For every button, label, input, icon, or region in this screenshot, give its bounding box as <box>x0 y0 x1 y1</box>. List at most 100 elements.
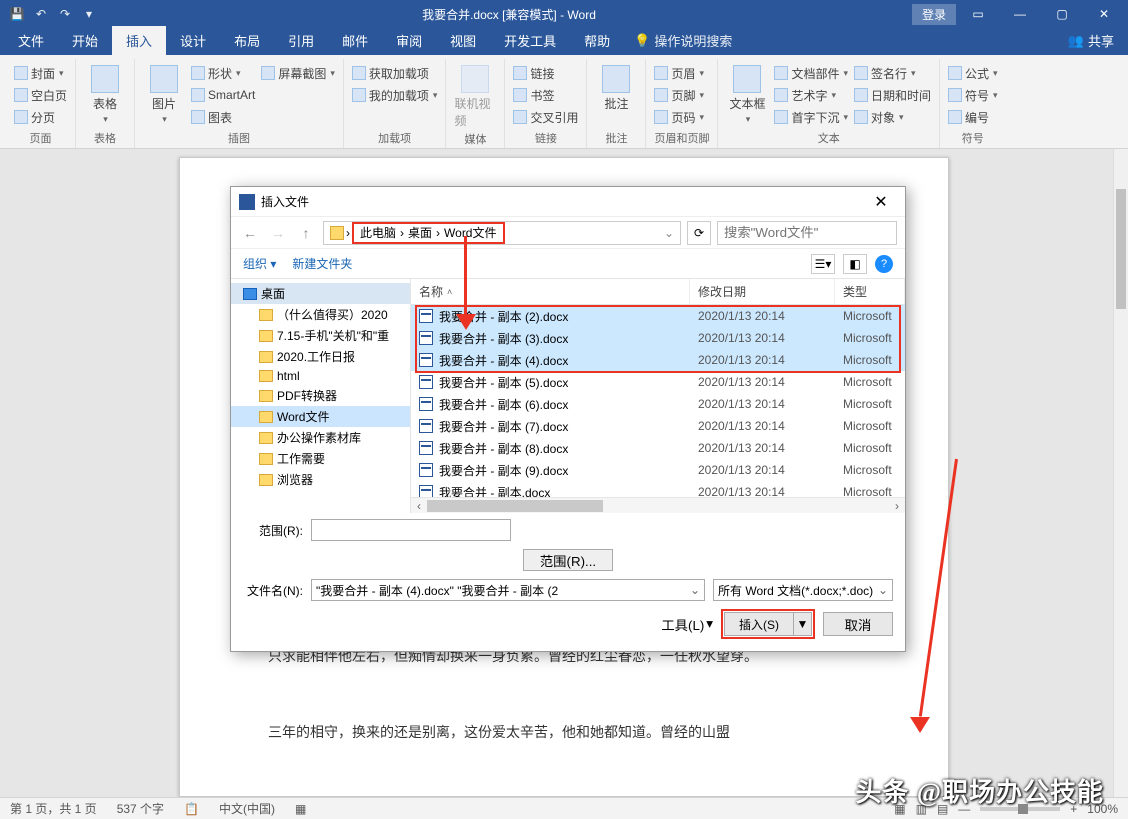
symbol-button[interactable]: 符号▾ <box>948 85 998 105</box>
datetime-button[interactable]: 日期和时间 <box>854 85 931 105</box>
blank-page-button[interactable]: 空白页 <box>14 85 67 105</box>
maximize-icon[interactable]: ▢ <box>1042 0 1082 28</box>
tools-button[interactable]: 工具(L) ▾ <box>661 613 713 635</box>
status-proof-icon[interactable]: 📋 <box>184 802 199 816</box>
vertical-scrollbar[interactable] <box>1113 149 1128 797</box>
equation-button[interactable]: 公式▾ <box>948 63 998 83</box>
file-row[interactable]: 我要合并 - 副本 (7).docx2020/1/13 20:14Microso… <box>411 415 905 437</box>
tab-insert[interactable]: 插入 <box>112 26 166 55</box>
close-icon[interactable]: ✕ <box>1084 0 1124 28</box>
tab-references[interactable]: 引用 <box>274 26 328 55</box>
range-button[interactable]: 范围(R)... <box>523 549 613 571</box>
range-input[interactable] <box>311 519 511 541</box>
header-button[interactable]: 页眉▾ <box>654 63 704 83</box>
online-video-button[interactable]: 联机视频 <box>454 61 496 129</box>
page-break-button[interactable]: 分页 <box>14 107 67 127</box>
file-row[interactable]: 我要合并 - 副本 (9).docx2020/1/13 20:14Microso… <box>411 459 905 481</box>
preview-pane-button[interactable]: ◧ <box>843 254 867 274</box>
minimize-icon[interactable]: — <box>1000 0 1040 28</box>
tab-help[interactable]: 帮助 <box>570 26 624 55</box>
tab-mail[interactable]: 邮件 <box>328 26 382 55</box>
save-icon[interactable]: 💾 <box>8 5 26 23</box>
folder-tree[interactable]: 桌面（什么值得买）20207.15-手机"关机"和"重2020.工作日报html… <box>231 279 411 513</box>
bookmark-button[interactable]: 书签 <box>513 85 578 105</box>
tree-item[interactable]: 2020.工作日报 <box>231 346 410 367</box>
file-row[interactable]: 我要合并 - 副本 (6).docx2020/1/13 20:14Microso… <box>411 393 905 415</box>
screenshot-button[interactable]: 屏幕截图▾ <box>261 63 335 83</box>
tree-item[interactable]: html <box>231 367 410 385</box>
tab-home[interactable]: 开始 <box>58 26 112 55</box>
tree-item[interactable]: PDF转换器 <box>231 385 410 406</box>
tree-item[interactable]: 桌面 <box>231 283 410 304</box>
qat-more-icon[interactable]: ▾ <box>80 5 98 23</box>
table-button[interactable]: 表格▾ <box>84 61 126 128</box>
doc-parts-button[interactable]: 文档部件▾ <box>774 63 848 83</box>
status-words[interactable]: 537 个字 <box>117 800 164 817</box>
file-row[interactable]: 我要合并 - 副本 (5).docx2020/1/13 20:14Microso… <box>411 371 905 393</box>
tree-item[interactable]: Word文件 <box>231 406 410 427</box>
tab-view[interactable]: 视图 <box>436 26 490 55</box>
nav-back-button[interactable]: ← <box>239 225 261 241</box>
number-button[interactable]: 编号 <box>948 107 998 127</box>
textbox-button[interactable]: 文本框▾ <box>726 61 768 128</box>
login-button[interactable]: 登录 <box>912 4 956 25</box>
file-row[interactable]: 我要合并 - 副本 (8).docx2020/1/13 20:14Microso… <box>411 437 905 459</box>
undo-icon[interactable]: ↶ <box>32 5 50 23</box>
breadcrumb[interactable]: › 此电脑› 桌面› Word文件 ⌄ <box>323 221 681 245</box>
wordart-button[interactable]: 艺术字▾ <box>774 85 848 105</box>
cover-page-button[interactable]: 封面▾ <box>14 63 67 83</box>
file-row[interactable]: 我要合并 - 副本 (2).docx2020/1/13 20:14Microso… <box>411 305 905 327</box>
view-mode-button[interactable]: ☰▾ <box>811 254 835 274</box>
share-button[interactable]: 👥 共享 <box>1054 26 1128 55</box>
file-row[interactable]: 我要合并 - 副本 (4).docx2020/1/13 20:14Microso… <box>411 349 905 371</box>
file-row[interactable]: 我要合并 - 副本 (3).docx2020/1/13 20:14Microso… <box>411 327 905 349</box>
cancel-button[interactable]: 取消 <box>823 612 893 636</box>
my-addins-button[interactable]: 我的加载项▾ <box>352 85 438 105</box>
tree-item[interactable]: 浏览器 <box>231 469 410 490</box>
redo-icon[interactable]: ↷ <box>56 5 74 23</box>
comment-button[interactable]: 批注 <box>595 61 637 128</box>
filename-input[interactable]: "我要合并 - 副本 (4).docx" "我要合并 - 副本 (2⌄ <box>311 579 705 601</box>
picture-button[interactable]: 图片▾ <box>143 61 185 128</box>
dialog-close-button[interactable]: ✕ <box>865 192 897 212</box>
footer-button[interactable]: 页脚▾ <box>654 85 704 105</box>
tab-layout[interactable]: 布局 <box>220 26 274 55</box>
file-list-hscroll[interactable]: ‹› <box>411 497 905 513</box>
tree-item[interactable]: 7.15-手机"关机"和"重 <box>231 325 410 346</box>
tree-item[interactable]: （什么值得买）2020 <box>231 304 410 325</box>
new-folder-button[interactable]: 新建文件夹 <box>292 255 352 272</box>
tell-me[interactable]: 💡 操作说明搜索 <box>624 26 742 55</box>
nav-up-button[interactable]: ↑ <box>295 225 317 241</box>
file-list[interactable]: 我要合并 - 副本 (2).docx2020/1/13 20:14Microso… <box>411 305 905 497</box>
refresh-button[interactable]: ⟳ <box>687 221 711 245</box>
tab-dev[interactable]: 开发工具 <box>490 26 570 55</box>
status-macro-icon[interactable]: ▦ <box>295 802 306 816</box>
status-lang[interactable]: 中文(中国) <box>219 800 275 817</box>
tab-review[interactable]: 审阅 <box>382 26 436 55</box>
ribbon-options-icon[interactable]: ▭ <box>958 0 998 28</box>
chart-button[interactable]: 图表 <box>191 107 255 127</box>
file-row[interactable]: 我要合并 - 副本.docx2020/1/13 20:14Microsoft <box>411 481 905 497</box>
shapes-button[interactable]: 形状▾ <box>191 63 255 83</box>
dropcap-button[interactable]: 首字下沉▾ <box>774 107 848 127</box>
link-button[interactable]: 链接 <box>513 63 578 83</box>
organize-button[interactable]: 组织 ▾ <box>243 255 276 272</box>
tree-item[interactable]: 工作需要 <box>231 448 410 469</box>
smartart-button[interactable]: SmartArt <box>191 85 255 105</box>
page-number-button[interactable]: 页码▾ <box>654 107 704 127</box>
filetype-filter[interactable]: 所有 Word 文档(*.docx;*.doc)⌄ <box>713 579 893 601</box>
tab-file[interactable]: 文件 <box>4 26 58 55</box>
help-button[interactable]: ? <box>875 255 893 273</box>
signature-button[interactable]: 签名行▾ <box>854 63 931 83</box>
status-page[interactable]: 第 1 页，共 1 页 <box>10 800 97 817</box>
insert-button[interactable]: 插入(S) <box>724 612 794 636</box>
tree-item[interactable]: 办公操作素材库 <box>231 427 410 448</box>
search-input[interactable] <box>717 221 897 245</box>
file-list-header[interactable]: 名称˄ 修改日期 类型 <box>411 279 905 305</box>
tab-design[interactable]: 设计 <box>166 26 220 55</box>
nav-forward-button[interactable]: → <box>267 225 289 241</box>
insert-dropdown[interactable]: ▼ <box>794 612 812 636</box>
object-button[interactable]: 对象▾ <box>854 107 931 127</box>
get-addins-button[interactable]: 获取加载项 <box>352 63 438 83</box>
cross-ref-button[interactable]: 交叉引用 <box>513 107 578 127</box>
